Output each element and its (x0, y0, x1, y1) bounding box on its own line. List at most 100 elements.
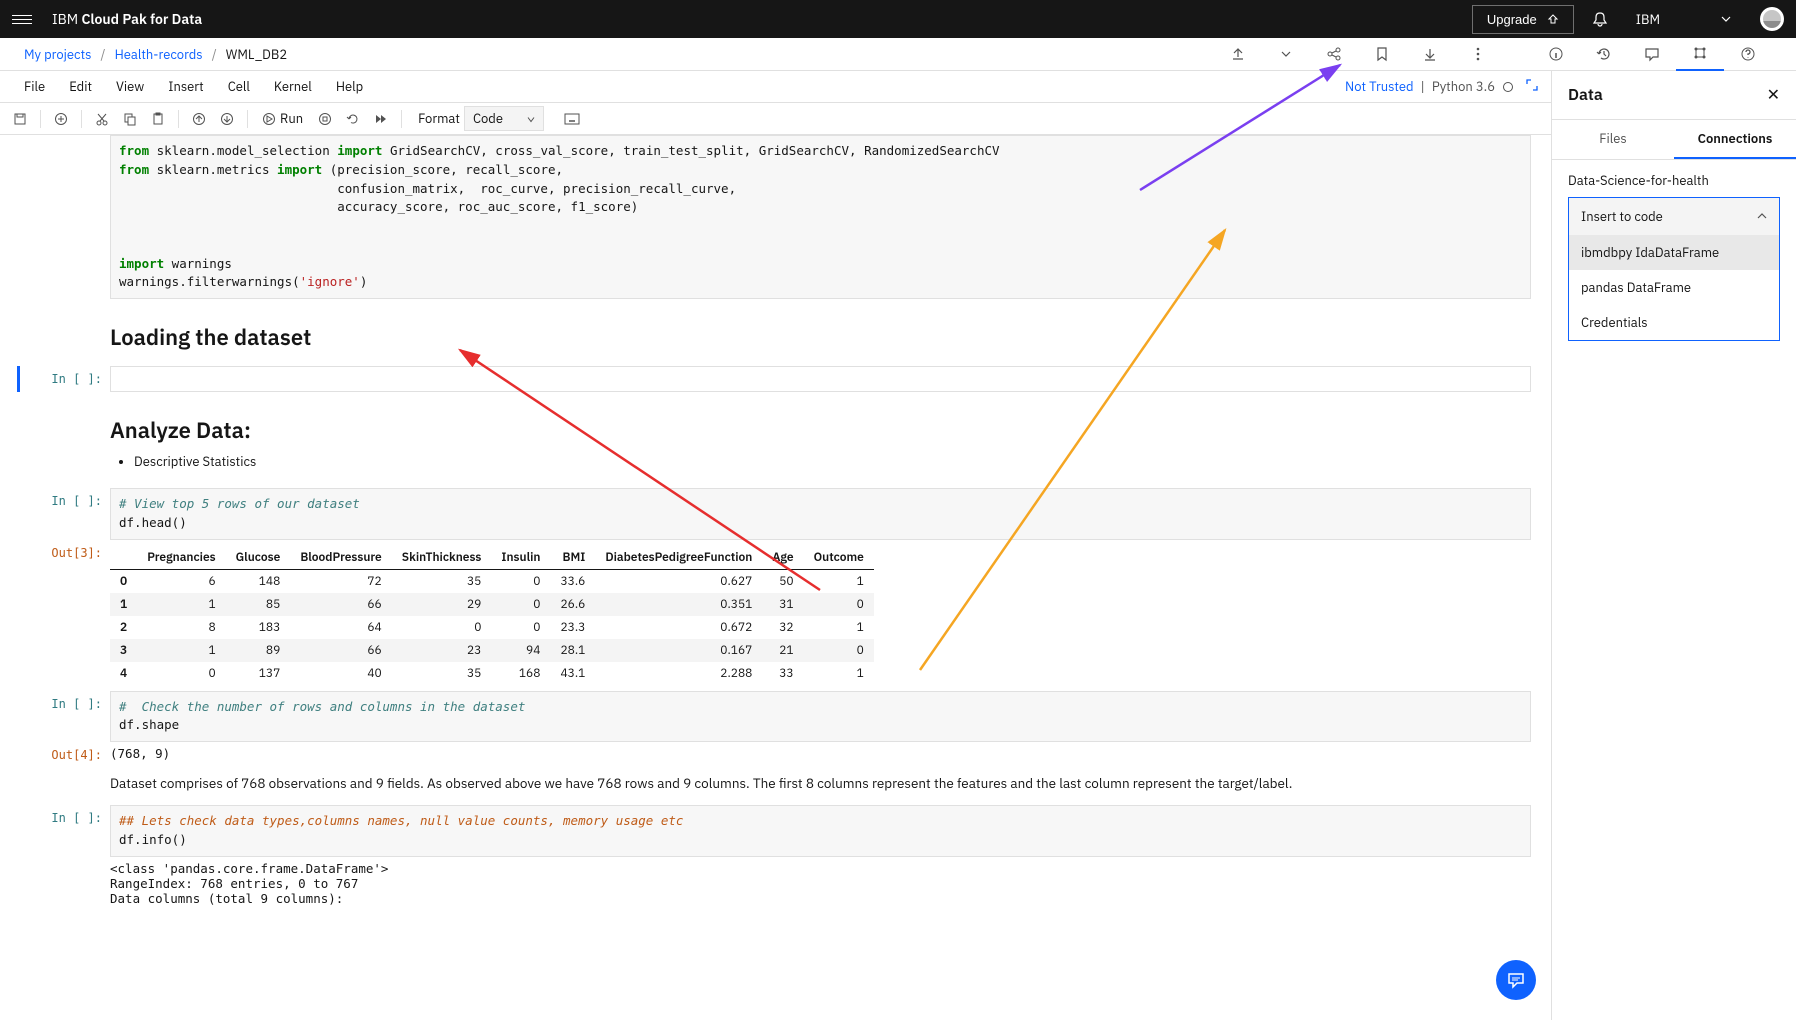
run-button[interactable]: Run (256, 110, 309, 127)
move-up-icon[interactable] (187, 107, 211, 131)
table-cell: 32 (762, 616, 803, 639)
breadcrumb-root[interactable]: My projects (24, 46, 91, 63)
upgrade-arrow-icon (1547, 13, 1559, 25)
code-cell[interactable]: In [ ]: # Check the number of rows and c… (20, 691, 1531, 743)
notifications-icon[interactable] (1582, 1, 1618, 37)
upgrade-label: Upgrade (1487, 12, 1537, 27)
markdown-cell[interactable]: Analyze Data: Descriptive Statistics (0, 392, 1551, 488)
breadcrumb-project[interactable]: Health-records (115, 46, 203, 63)
tab-connections[interactable]: Connections (1674, 120, 1796, 159)
move-down-icon[interactable] (215, 107, 239, 131)
history-icon[interactable] (1580, 38, 1628, 71)
insert-option-ibmdbpy[interactable]: ibmdbpy IdaDataFrame (1569, 235, 1779, 270)
insert-option-credentials[interactable]: Credentials (1569, 305, 1779, 340)
close-icon[interactable]: ✕ (1767, 85, 1780, 105)
output-cell: Out[4]: (768, 9) (20, 742, 1531, 765)
menu-help[interactable]: Help (324, 78, 375, 95)
account-chevron-icon[interactable] (1708, 1, 1744, 37)
menu-edit[interactable]: Edit (57, 78, 104, 95)
menu-insert[interactable]: Insert (156, 78, 215, 95)
table-cell: 8 (137, 616, 225, 639)
data-panel-icon[interactable] (1676, 38, 1724, 71)
code-input[interactable]: from sklearn.model_selection import Grid… (110, 135, 1531, 299)
stop-icon[interactable] (313, 107, 337, 131)
menu-file[interactable]: File (12, 78, 57, 95)
table-header: DiabetesPedigreeFunction (595, 546, 762, 570)
upgrade-button[interactable]: Upgrade (1472, 5, 1574, 34)
table-cell: 0.672 (595, 616, 762, 639)
table-cell: 168 (491, 662, 550, 685)
notebook-menu-bar: File Edit View Insert Cell Kernel Help N… (0, 71, 1551, 103)
help-icon[interactable] (1724, 38, 1772, 71)
heading-loading: Loading the dataset (110, 323, 1551, 352)
add-cell-icon[interactable] (49, 107, 73, 131)
info-icon[interactable] (1532, 38, 1580, 71)
cut-icon[interactable] (90, 107, 114, 131)
copy-icon[interactable] (118, 107, 142, 131)
paste-icon[interactable] (146, 107, 170, 131)
cell-prompt (20, 135, 110, 299)
menu-cell[interactable]: Cell (216, 78, 262, 95)
row-index: 2 (110, 616, 137, 639)
table-cell: 85 (226, 593, 291, 616)
table-header: Glucose (226, 546, 291, 570)
tab-files[interactable]: Files (1552, 120, 1674, 159)
table-cell: 89 (226, 639, 291, 662)
table-row: 40137403516843.12.288331 (110, 662, 874, 685)
code-cell[interactable]: from sklearn.model_selection import Grid… (20, 135, 1531, 299)
save-icon[interactable] (8, 107, 32, 131)
keyboard-icon[interactable] (560, 107, 584, 131)
table-cell: 0.627 (595, 569, 762, 593)
insert-option-pandas[interactable]: pandas DataFrame (1569, 270, 1779, 305)
trust-indicator[interactable]: Not Trusted (1345, 78, 1414, 95)
share-icon[interactable] (1310, 38, 1358, 71)
product-brand: IBM Cloud Pak for Data (52, 10, 202, 28)
markdown-cell[interactable]: Loading the dataset (0, 299, 1551, 366)
restart-icon[interactable] (341, 107, 365, 131)
user-avatar[interactable] (1760, 7, 1784, 31)
breadcrumb-sep: / (212, 46, 217, 63)
row-index: 1 (110, 593, 137, 616)
table-header: BloodPressure (290, 546, 391, 570)
output-prompt: Out[4]: (20, 742, 110, 765)
menu-view[interactable]: View (104, 78, 156, 95)
code-cell[interactable]: In [ ]: # View top 5 rows of our dataset… (20, 488, 1531, 540)
expand-icon[interactable] (1525, 78, 1539, 96)
table-cell: 137 (226, 662, 291, 685)
table-cell: 0 (804, 639, 874, 662)
bookmark-icon[interactable] (1358, 38, 1406, 71)
account-label[interactable]: IBM (1626, 11, 1700, 28)
code-input[interactable]: # Check the number of rows and columns i… (110, 691, 1531, 743)
bullet-item: Descriptive Statistics (134, 453, 1551, 470)
chevron-down-icon[interactable] (1262, 38, 1310, 71)
cell-prompt: In [ ]: (20, 488, 110, 540)
code-input[interactable]: # View top 5 rows of our dataset df.head… (110, 488, 1531, 540)
notebook-pane: File Edit View Insert Cell Kernel Help N… (0, 71, 1552, 1020)
download-icon[interactable] (1406, 38, 1454, 71)
table-cell: 33 (762, 662, 803, 685)
heading-analyze: Analyze Data: (110, 416, 1551, 445)
insert-to-code-toggle[interactable]: Insert to code (1569, 198, 1779, 235)
output-text: <class 'pandas.core.frame.DataFrame'> Ra… (110, 857, 1531, 910)
code-cell-selected[interactable]: In [ ]: (17, 366, 1531, 392)
fast-forward-icon[interactable] (369, 107, 393, 131)
code-input[interactable] (110, 366, 1531, 392)
table-cell: 1 (804, 662, 874, 685)
table-header: Age (762, 546, 803, 570)
markdown-text[interactable]: Dataset comprises of 768 observations an… (0, 765, 1551, 805)
cell-prompt (20, 857, 110, 910)
top-bar: IBM Cloud Pak for Data Upgrade IBM (0, 0, 1796, 38)
notebook-body[interactable]: from sklearn.model_selection import Grid… (0, 135, 1551, 1020)
comment-icon[interactable] (1628, 38, 1676, 71)
menu-kernel[interactable]: Kernel (262, 78, 324, 95)
chat-bubble-icon[interactable] (1496, 960, 1536, 1000)
hamburger-menu-icon[interactable] (12, 9, 32, 29)
table-cell: 148 (226, 569, 291, 593)
kebab-menu-icon[interactable] (1454, 38, 1502, 71)
code-cell[interactable]: In [ ]: ## Lets check data types,columns… (20, 805, 1531, 857)
code-input[interactable]: ## Lets check data types,columns names, … (110, 805, 1531, 857)
table-cell: 1 (804, 569, 874, 593)
table-cell: 23 (392, 639, 492, 662)
publish-icon[interactable] (1214, 38, 1262, 71)
cell-type-select[interactable]: Code (464, 106, 544, 131)
